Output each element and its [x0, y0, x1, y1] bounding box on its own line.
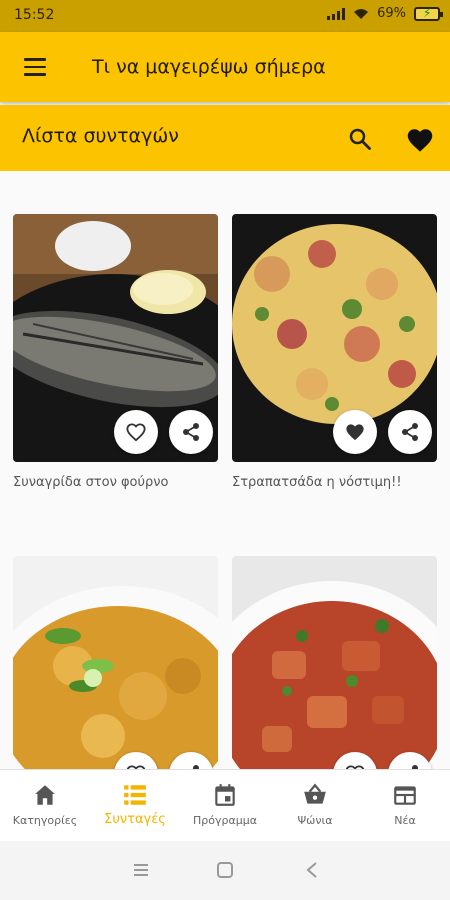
status-time: 15:52 — [14, 7, 55, 23]
system-navigation-bar — [0, 841, 450, 900]
nav-label: Πρόγραμμα — [193, 814, 257, 827]
share-icon — [183, 423, 199, 441]
nav-recipes[interactable]: Συνταγές — [90, 770, 180, 841]
recipe-title[interactable]: Στραπατσάδα η νόστιμη!! — [232, 475, 437, 490]
recipe-image[interactable] — [232, 556, 437, 769]
stew-photo — [232, 556, 437, 769]
recipe-card[interactable] — [232, 556, 437, 769]
page-title: Λίστα συνταγών — [22, 125, 179, 147]
list-icon — [124, 785, 146, 805]
recipe-image[interactable] — [232, 214, 437, 462]
recipe-image[interactable] — [13, 214, 218, 462]
nav-label: Ψώνια — [297, 814, 333, 827]
recipe-grid: Συναγρίδα στον φούρνο Στραπατσάδα η νόστ… — [0, 171, 450, 769]
nav-categories[interactable]: Κατηγορίες — [0, 770, 90, 841]
signal-icon — [327, 7, 346, 20]
news-icon — [394, 786, 416, 805]
recipe-card[interactable]: Συναγρίδα στον φούρνο — [13, 214, 218, 490]
search-icon[interactable] — [348, 127, 372, 151]
nav-label: Κατηγορίες — [12, 814, 78, 827]
share-icon — [402, 423, 418, 441]
home-button-icon[interactable] — [216, 861, 234, 879]
recipe-image[interactable] — [13, 556, 218, 769]
app-title: Τι να μαγειρέψω σήμερα — [92, 56, 326, 78]
status-icons: 69% ⚡ — [327, 6, 443, 21]
menu-icon[interactable] — [24, 58, 46, 76]
recent-apps-icon[interactable] — [132, 861, 150, 879]
app-bar: Τι να μαγειρέψω σήμερα — [0, 32, 450, 102]
calendar-icon — [215, 784, 235, 806]
heart-outline-icon — [126, 423, 146, 442]
recipe-card[interactable]: Στραπατσάδα η νόστιμη!! — [232, 214, 437, 490]
recipe-title[interactable]: Συναγρίδα στον φούρνο — [13, 475, 218, 490]
recipe-card[interactable] — [13, 556, 218, 769]
nav-news[interactable]: Νέα — [360, 770, 450, 841]
favorite-button[interactable] — [114, 410, 158, 454]
nav-schedule[interactable]: Πρόγραμμα — [180, 770, 270, 841]
favorites-heart-icon[interactable] — [406, 127, 434, 153]
curry-photo — [13, 556, 218, 769]
wifi-icon — [354, 8, 369, 19]
share-button[interactable] — [388, 410, 432, 454]
status-bar: 15:52 69% ⚡ — [0, 0, 450, 32]
heart-filled-icon — [346, 424, 364, 441]
battery-icon: ⚡ — [414, 6, 443, 21]
nav-shopping[interactable]: Ψώνια — [270, 770, 360, 841]
nav-label: Συνταγές — [104, 812, 166, 827]
recipe-list-header: Λίστα συνταγών — [0, 105, 450, 171]
share-button[interactable] — [169, 410, 213, 454]
favorite-button[interactable] — [333, 410, 377, 454]
basket-icon — [304, 783, 326, 804]
battery-percent: 69% — [377, 6, 406, 21]
back-icon[interactable] — [304, 861, 320, 879]
nav-label: Νέα — [394, 814, 416, 827]
home-icon — [35, 785, 55, 805]
bottom-navigation: Κατηγορίες Συνταγές Πρόγραμμα Ψώνια Νέα — [0, 769, 450, 841]
